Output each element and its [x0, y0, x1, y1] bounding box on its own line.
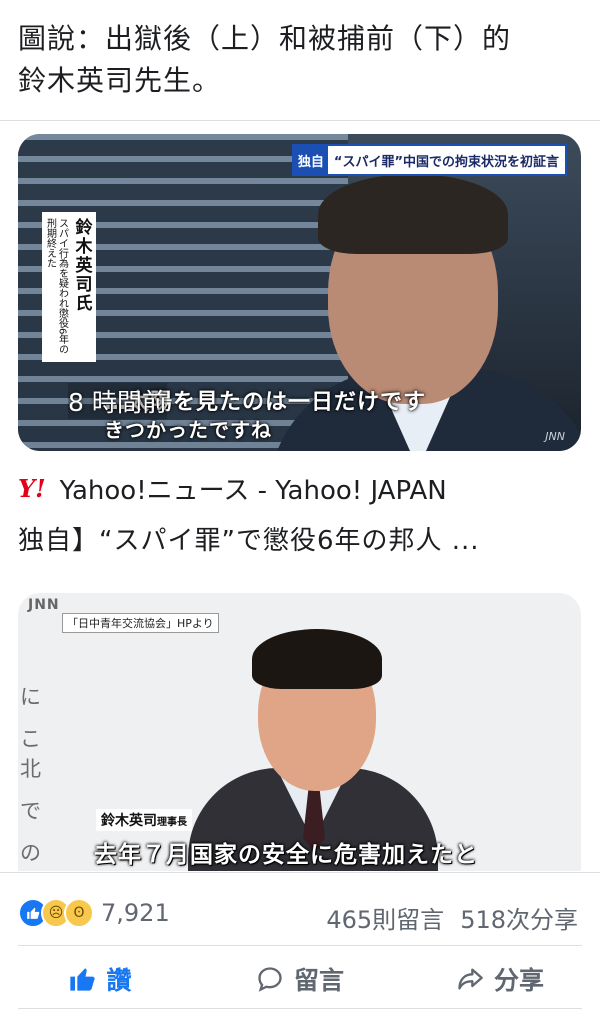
vertical-name-caption: 鈴木英司氏 スパイ行為を疑われ懲役6年の刑期終えた [42, 212, 96, 362]
divider [0, 872, 600, 873]
video-timestamp: 8 時間前 [68, 383, 167, 419]
divider [18, 1008, 582, 1009]
reaction-summary[interactable]: ☹ ʘ 7,921 [18, 898, 170, 928]
like-button[interactable]: 讚 [0, 950, 200, 1008]
news-headline-banner: 独自 “スパイ罪”中国での拘束状況を初証言 [291, 144, 567, 176]
comment-label: 留言 [293, 966, 344, 995]
video-thumbnail-1[interactable]: 鈴木英司氏 スパイ行為を疑われ懲役6年の刑期終えた 独自 “スパイ罪”中国での拘… [18, 134, 581, 451]
source-name: Yahoo!ニュース - Yahoo! JAPAN [59, 475, 447, 506]
name-tag-title: 理事長 [157, 817, 187, 828]
bg-char: の [20, 841, 41, 865]
bg-char: に [20, 685, 41, 709]
link-source[interactable]: Y! Yahoo!ニュース - Yahoo! JAPAN [18, 470, 447, 506]
person-hair [252, 629, 382, 689]
share-label: 分享 [493, 966, 544, 995]
engagement-stats: 465則留言 518次分享 [326, 900, 578, 935]
wow-icon: ʘ [64, 898, 94, 928]
headline-text: “スパイ罪”中国での拘束状況を初証言 [333, 154, 559, 170]
name-tag-name: 鈴木英司 [101, 813, 157, 829]
bg-char: で [20, 799, 41, 823]
subtitle-line: 去年７月国家の安全に危害加えたと [94, 842, 478, 868]
comment-count[interactable]: 465則留言 [326, 900, 444, 935]
post-caption: 圖說：出獄後（上）和被捕前（下）的 鈴木英司先生。 [18, 18, 578, 102]
vertical-subtitle: スパイ行為を疑われ懲役6年の刑期終えた [44, 218, 68, 355]
share-count[interactable]: 518次分享 [460, 900, 578, 935]
share-button[interactable]: 分享 [400, 950, 600, 1008]
divider [18, 945, 582, 946]
broadcaster-watermark: JNN [28, 597, 60, 613]
broadcaster-watermark: JNN [545, 430, 565, 443]
caption-line-1: 圖說：出獄後（上）和被捕前（下）的 [18, 22, 512, 55]
like-label: 讚 [106, 966, 132, 995]
post-action-bar: 讚 留言 分享 [0, 950, 600, 1008]
yahoo-logo-icon: Y! [18, 473, 46, 503]
name-tag: 鈴木英司理事長 [96, 809, 192, 831]
bg-char: こ北 [20, 727, 41, 781]
image-thumbnail-2[interactable]: JNN 「日中青年交流協会」HPより に こ北 で の と 鈴木英司理事長 去年… [18, 593, 581, 871]
image-credit: 「日中青年交流協会」HPより [62, 613, 219, 633]
share-arrow-icon [456, 965, 484, 993]
reaction-count: 7,921 [101, 899, 170, 927]
article-title[interactable]: 独自】“スパイ罪”で懲役6年の邦人 ... [18, 520, 480, 557]
caption-line-2: 鈴木英司先生。 [18, 64, 222, 97]
divider [0, 120, 600, 121]
speech-bubble-icon [256, 965, 284, 993]
comment-button[interactable]: 留言 [200, 950, 400, 1008]
vertical-name: 鈴木英司氏 [71, 218, 92, 313]
person-hair [318, 174, 508, 254]
exclusive-tag: 独自 [293, 146, 328, 174]
background-characters: に こ北 で の と [20, 681, 60, 871]
thumbs-up-icon [68, 965, 96, 993]
